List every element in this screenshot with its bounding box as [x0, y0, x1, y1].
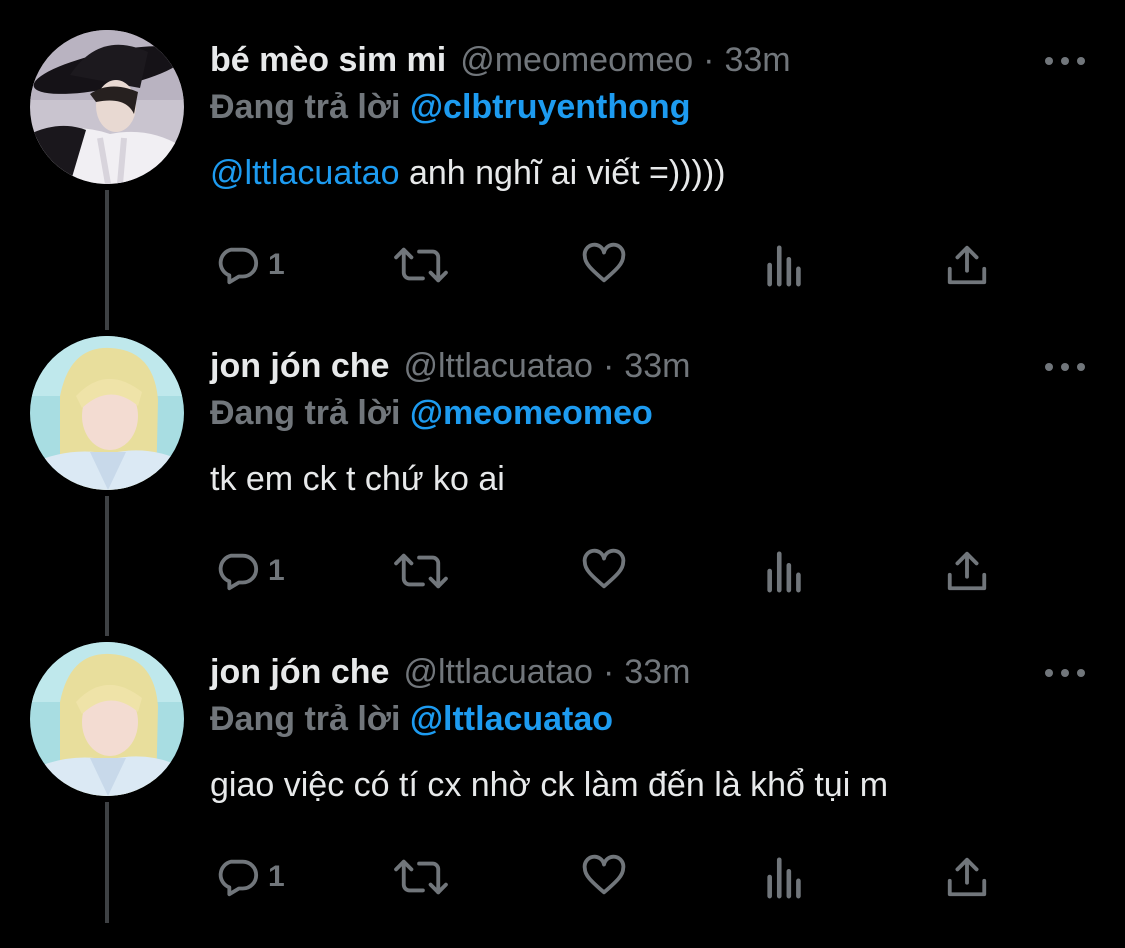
replying-to: Đang trả lời @clbtruyenthong [210, 88, 690, 127]
share-icon [947, 245, 987, 285]
like-button[interactable] [580, 235, 628, 295]
like-icon [582, 854, 626, 895]
user-handle[interactable]: @meomeomeo [460, 41, 693, 80]
display-name[interactable]: jon jón che [210, 347, 389, 386]
tweet-text-content: tk em ck t chứ ko ai [210, 460, 505, 498]
replying-to-mention[interactable]: @clbtruyenthong [410, 88, 691, 126]
tweet-text: tk em ck t chứ ko ai [210, 460, 505, 499]
action-bar: 1 [0, 847, 1125, 907]
separator-dot: · [602, 652, 615, 691]
like-button[interactable] [580, 847, 628, 907]
user-handle[interactable]: @lttlacuatao [403, 347, 593, 386]
reply-icon [218, 247, 259, 285]
reply-button[interactable]: 1 [214, 235, 285, 295]
retweet-icon [394, 553, 448, 589]
replying-to-mention[interactable]: @meomeomeo [410, 394, 653, 432]
separator-dot: · [602, 346, 615, 385]
retweet-button[interactable] [392, 847, 450, 907]
tweet[interactable]: jon jón che @lttlacuatao · 33m Đang trả … [0, 642, 1125, 948]
reply-button[interactable]: 1 [214, 847, 285, 907]
more-options-icon[interactable] [1045, 358, 1085, 376]
views-icon [767, 857, 801, 899]
tweet-text: @lttlacuatao anh nghĩ ai viết =))))) [210, 154, 726, 193]
display-name[interactable]: jon jón che [210, 653, 389, 692]
replying-to-label: Đang trả lời [210, 700, 401, 738]
reply-count: 1 [268, 248, 285, 281]
tweet-text: giao việc có tí cx nhờ ck làm đến là khổ… [210, 766, 888, 805]
views-icon [767, 551, 801, 593]
display-name[interactable]: bé mèo sim mi [210, 41, 446, 80]
retweet-button[interactable] [392, 541, 450, 601]
replying-to-label: Đang trả lời [210, 394, 401, 432]
action-bar: 1 [0, 235, 1125, 295]
timestamp[interactable]: 33m [724, 41, 790, 80]
separator-dot: · [703, 40, 715, 79]
timestamp[interactable]: 33m [624, 653, 690, 692]
tweet-mention-link[interactable]: @lttlacuatao [210, 154, 400, 192]
share-button[interactable] [944, 847, 990, 907]
tweet-header: jon jón che @lttlacuatao · 33m [210, 650, 690, 694]
share-icon [947, 551, 987, 591]
views-icon [767, 245, 801, 287]
reply-icon [218, 553, 259, 591]
tweet[interactable]: jon jón che @lttlacuatao · 33m Đang trả … [0, 336, 1125, 642]
share-button[interactable] [944, 541, 990, 601]
replying-to: Đang trả lời @lttlacuatao [210, 700, 613, 739]
avatar[interactable] [30, 30, 184, 184]
views-button[interactable] [765, 847, 805, 907]
retweet-icon [394, 247, 448, 283]
replying-to-label: Đang trả lời [210, 88, 401, 126]
reply-count: 1 [268, 554, 285, 587]
reply-count: 1 [268, 860, 285, 893]
more-options-icon[interactable] [1045, 52, 1085, 70]
replying-to-mention[interactable]: @lttlacuatao [410, 700, 613, 738]
retweet-icon [394, 859, 448, 895]
reply-icon [218, 859, 259, 897]
tweet-header: bé mèo sim mi @meomeomeo · 33m [210, 38, 791, 82]
views-button[interactable] [765, 235, 805, 295]
tweet-text-content: giao việc có tí cx nhờ ck làm đến là khổ… [210, 766, 889, 804]
retweet-button[interactable] [392, 235, 450, 295]
tweet-header: jon jón che @lttlacuatao · 33m [210, 344, 690, 388]
avatar[interactable] [30, 336, 184, 490]
user-handle[interactable]: @lttlacuatao [403, 653, 593, 692]
views-button[interactable] [765, 541, 805, 601]
avatar[interactable] [30, 642, 184, 796]
timestamp[interactable]: 33m [624, 347, 690, 386]
tweet[interactable]: bé mèo sim mi @meomeomeo · 33m Đang trả … [0, 30, 1125, 336]
share-button[interactable] [944, 235, 990, 295]
reply-button[interactable]: 1 [214, 541, 285, 601]
like-icon [582, 242, 626, 283]
action-bar: 1 [0, 541, 1125, 601]
like-icon [582, 548, 626, 589]
share-icon [947, 857, 987, 897]
replying-to: Đang trả lời @meomeomeo [210, 394, 653, 433]
tweet-text-content: anh nghĩ ai viết =))))) [399, 154, 726, 192]
more-options-icon[interactable] [1045, 664, 1085, 682]
like-button[interactable] [580, 541, 628, 601]
